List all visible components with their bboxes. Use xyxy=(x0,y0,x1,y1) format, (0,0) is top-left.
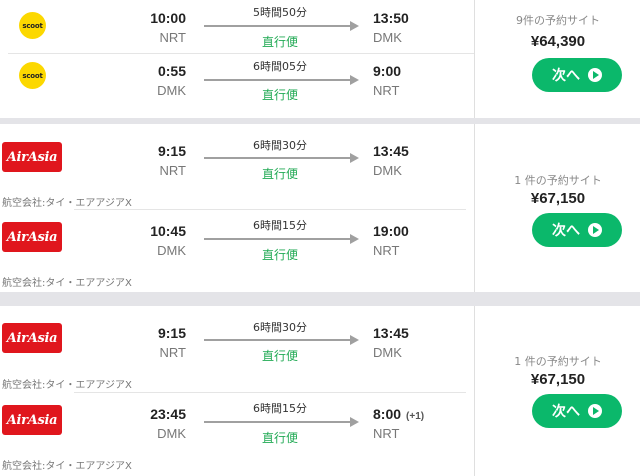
flight-duration: 6時間15分 xyxy=(253,402,307,415)
next-button[interactable]: 次へ xyxy=(532,394,622,428)
nonstop-label: 直行便 xyxy=(261,167,298,181)
flight-leg-outbound: scoot 10:00 NRT 5時間50分 直行便 13:50 DMK xyxy=(0,0,474,54)
departure-airport: DMK xyxy=(157,426,186,441)
airasia-logo: AirAsia xyxy=(2,222,62,252)
route-arrow-line xyxy=(204,421,352,423)
route-arrow-head-icon xyxy=(350,234,359,244)
itinerary-legs: AirAsia 9:15 NRT 6時間30分 直行便 13:45 DMK 航空… xyxy=(0,124,474,292)
departure-time: 9:15 xyxy=(157,143,186,159)
itinerary-card-3[interactable]: AirAsia 9:15 NRT 6時間30分 直行便 13:45 DMK 航空… xyxy=(0,306,640,476)
nonstop-label: 直行便 xyxy=(261,88,298,102)
route-arrow-head-icon xyxy=(350,21,359,31)
flight-duration: 6時間15分 xyxy=(253,219,307,232)
departure-airport: NRT xyxy=(159,30,186,45)
price: ¥67,150 xyxy=(530,190,586,207)
flight-leg-return: scoot 0:55 DMK 6時間05分 直行便 9:00 NRT xyxy=(0,54,474,118)
nonstop-label: 直行便 xyxy=(261,35,298,49)
route-arrow-head-icon xyxy=(350,75,359,85)
itinerary-card-1[interactable]: scoot 10:00 NRT 5時間50分 直行便 13:50 DMK sco… xyxy=(0,0,640,118)
route-arrow-line xyxy=(204,79,352,81)
airasia-logo: AirAsia xyxy=(2,405,62,435)
booking-sites-count: 1 件の予約サイト xyxy=(514,355,602,368)
arrival-time: 13:45 xyxy=(373,143,409,159)
scoot-logo: scoot xyxy=(19,12,46,39)
booking-sites-count: 1 件の予約サイト xyxy=(514,174,602,187)
next-button-label: 次へ xyxy=(552,68,580,84)
arrival-time: 19:00 xyxy=(373,223,409,239)
flight-duration: 6時間05分 xyxy=(253,60,307,73)
arrow-right-icon xyxy=(588,404,602,418)
departure-airport: DMK xyxy=(157,83,186,98)
operating-airline: 航空会社:タイ・エアアジアX xyxy=(2,380,132,391)
departure-time: 0:55 xyxy=(157,63,186,79)
flight-leg-outbound: AirAsia 9:15 NRT 6時間30分 直行便 13:45 DMK 航空… xyxy=(0,306,474,392)
operating-airline: 航空会社:タイ・エアアジアX xyxy=(2,278,132,289)
operating-airline: 航空会社:タイ・エアアジアX xyxy=(2,461,132,472)
price: ¥64,390 xyxy=(530,33,586,50)
next-button-label: 次へ xyxy=(552,223,580,239)
next-button[interactable]: 次へ xyxy=(532,213,622,247)
arrival-airport: NRT xyxy=(373,426,400,441)
arrival-time: 8:00 (+1) xyxy=(373,406,424,422)
departure-time: 10:45 xyxy=(150,223,186,239)
scoot-logo: scoot xyxy=(19,62,46,89)
route-arrow-line xyxy=(204,339,352,341)
airasia-logo: AirAsia xyxy=(2,323,62,353)
route-arrow-head-icon xyxy=(350,335,359,345)
nonstop-label: 直行便 xyxy=(261,431,298,445)
route-arrow-head-icon xyxy=(350,153,359,163)
arrival-airport: NRT xyxy=(373,243,400,258)
arrival-airport: DMK xyxy=(373,163,402,178)
booking-sites-count: 9件の予約サイト xyxy=(516,14,600,27)
price-panel: 1 件の予約サイト ¥67,150 次へ xyxy=(474,306,640,476)
arrow-right-icon xyxy=(588,223,602,237)
nonstop-label: 直行便 xyxy=(261,349,298,363)
arrival-time: 13:50 xyxy=(373,10,409,26)
price-panel: 1 件の予約サイト ¥67,150 次へ xyxy=(474,124,640,292)
itinerary-legs: AirAsia 9:15 NRT 6時間30分 直行便 13:45 DMK 航空… xyxy=(0,306,474,476)
flight-leg-return: AirAsia 23:45 DMK 6時間15分 直行便 8:00 (+1) NR… xyxy=(0,393,474,476)
departure-airport: DMK xyxy=(157,243,186,258)
day-offset-badge: (+1) xyxy=(406,411,425,422)
route-arrow-line xyxy=(204,25,352,27)
flight-duration: 6時間30分 xyxy=(253,139,307,152)
departure-airport: NRT xyxy=(159,345,186,360)
price-panel: 9件の予約サイト ¥64,390 次へ xyxy=(474,0,640,118)
itinerary-card-2[interactable]: AirAsia 9:15 NRT 6時間30分 直行便 13:45 DMK 航空… xyxy=(0,124,640,292)
departure-time: 23:45 xyxy=(150,406,186,422)
price: ¥67,150 xyxy=(530,371,586,388)
arrival-airport: NRT xyxy=(373,83,400,98)
route-arrow-line xyxy=(204,238,352,240)
arrival-time-value: 8:00 xyxy=(373,406,402,422)
flight-leg-outbound: AirAsia 9:15 NRT 6時間30分 直行便 13:45 DMK 航空… xyxy=(0,124,474,209)
airasia-logo: AirAsia xyxy=(2,142,62,172)
route-arrow-line xyxy=(204,157,352,159)
arrow-right-icon xyxy=(588,68,602,82)
departure-time: 9:15 xyxy=(157,325,186,341)
next-button[interactable]: 次へ xyxy=(532,58,622,92)
departure-airport: NRT xyxy=(159,163,186,178)
route-arrow-head-icon xyxy=(350,417,359,427)
arrival-airport: DMK xyxy=(373,30,402,45)
departure-time: 10:00 xyxy=(150,10,186,26)
flight-duration: 6時間30分 xyxy=(253,321,307,334)
arrival-time: 13:45 xyxy=(373,325,409,341)
operating-airline: 航空会社:タイ・エアアジアX xyxy=(2,198,132,209)
arrival-airport: DMK xyxy=(373,345,402,360)
flight-leg-return: AirAsia 10:45 DMK 6時間15分 直行便 19:00 NRT 航… xyxy=(0,210,474,292)
itinerary-legs: scoot 10:00 NRT 5時間50分 直行便 13:50 DMK sco… xyxy=(0,0,474,118)
flight-duration: 5時間50分 xyxy=(253,6,307,19)
next-button-label: 次へ xyxy=(552,404,580,420)
arrival-time: 9:00 xyxy=(373,63,402,79)
nonstop-label: 直行便 xyxy=(261,248,298,262)
